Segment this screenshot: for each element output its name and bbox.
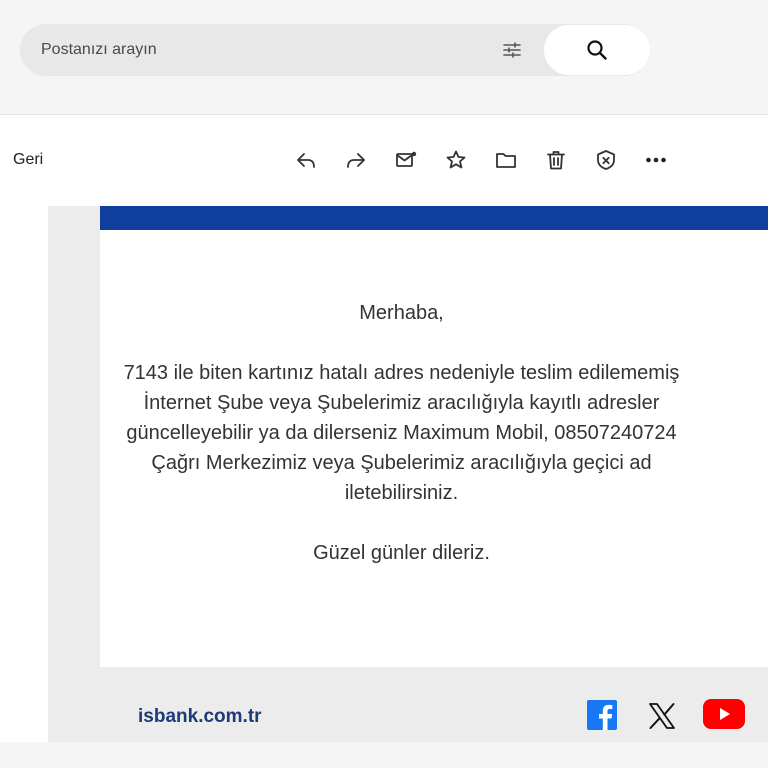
top-bar bbox=[0, 0, 768, 114]
back-button[interactable]: Geri bbox=[13, 151, 43, 169]
search-icon bbox=[587, 40, 607, 60]
message-line: Çağrı Merkezimiz veya Şubelerimiz aracıl… bbox=[151, 452, 652, 474]
x-icon[interactable] bbox=[648, 702, 676, 730]
youtube-icon[interactable] bbox=[703, 699, 745, 729]
filter-icon[interactable] bbox=[500, 38, 524, 62]
facebook-icon[interactable] bbox=[587, 700, 617, 730]
message-line: iletebilirsiniz. bbox=[344, 482, 459, 504]
email-header-band bbox=[100, 206, 768, 230]
mark-unread-icon[interactable] bbox=[394, 148, 418, 172]
message-paragraph: 7143 ile biten kartınız hatalı adres ned… bbox=[0, 358, 768, 508]
trash-icon[interactable] bbox=[544, 148, 568, 172]
message-line: güncelleyebilir ya da dilerseniz Maximum… bbox=[126, 422, 677, 444]
bottom-bar bbox=[0, 742, 768, 768]
reply-icon[interactable] bbox=[294, 148, 318, 172]
message-toolbar: Geri bbox=[0, 114, 768, 206]
forward-icon[interactable] bbox=[344, 148, 368, 172]
search-input[interactable] bbox=[20, 24, 490, 76]
message-line: İnternet Şube veya Şubelerimiz aracılığı… bbox=[143, 392, 660, 414]
greeting: Merhaba, bbox=[359, 302, 444, 324]
message-line: 7143 ile biten kartınız hatalı adres ned… bbox=[123, 362, 680, 384]
isbank-link[interactable]: isbank.com.tr bbox=[138, 706, 262, 728]
more-icon[interactable] bbox=[644, 148, 668, 172]
folder-icon[interactable] bbox=[494, 148, 518, 172]
spam-icon[interactable] bbox=[594, 148, 618, 172]
star-icon[interactable] bbox=[444, 148, 468, 172]
search-button[interactable] bbox=[544, 25, 650, 75]
email-message: Merhaba, 7143 ile biten kartınız hatalı … bbox=[0, 298, 768, 568]
email-content: Merhaba, 7143 ile biten kartınız hatalı … bbox=[0, 206, 768, 742]
closing: Güzel günler dileriz. bbox=[313, 542, 490, 564]
search-bar bbox=[20, 24, 650, 76]
